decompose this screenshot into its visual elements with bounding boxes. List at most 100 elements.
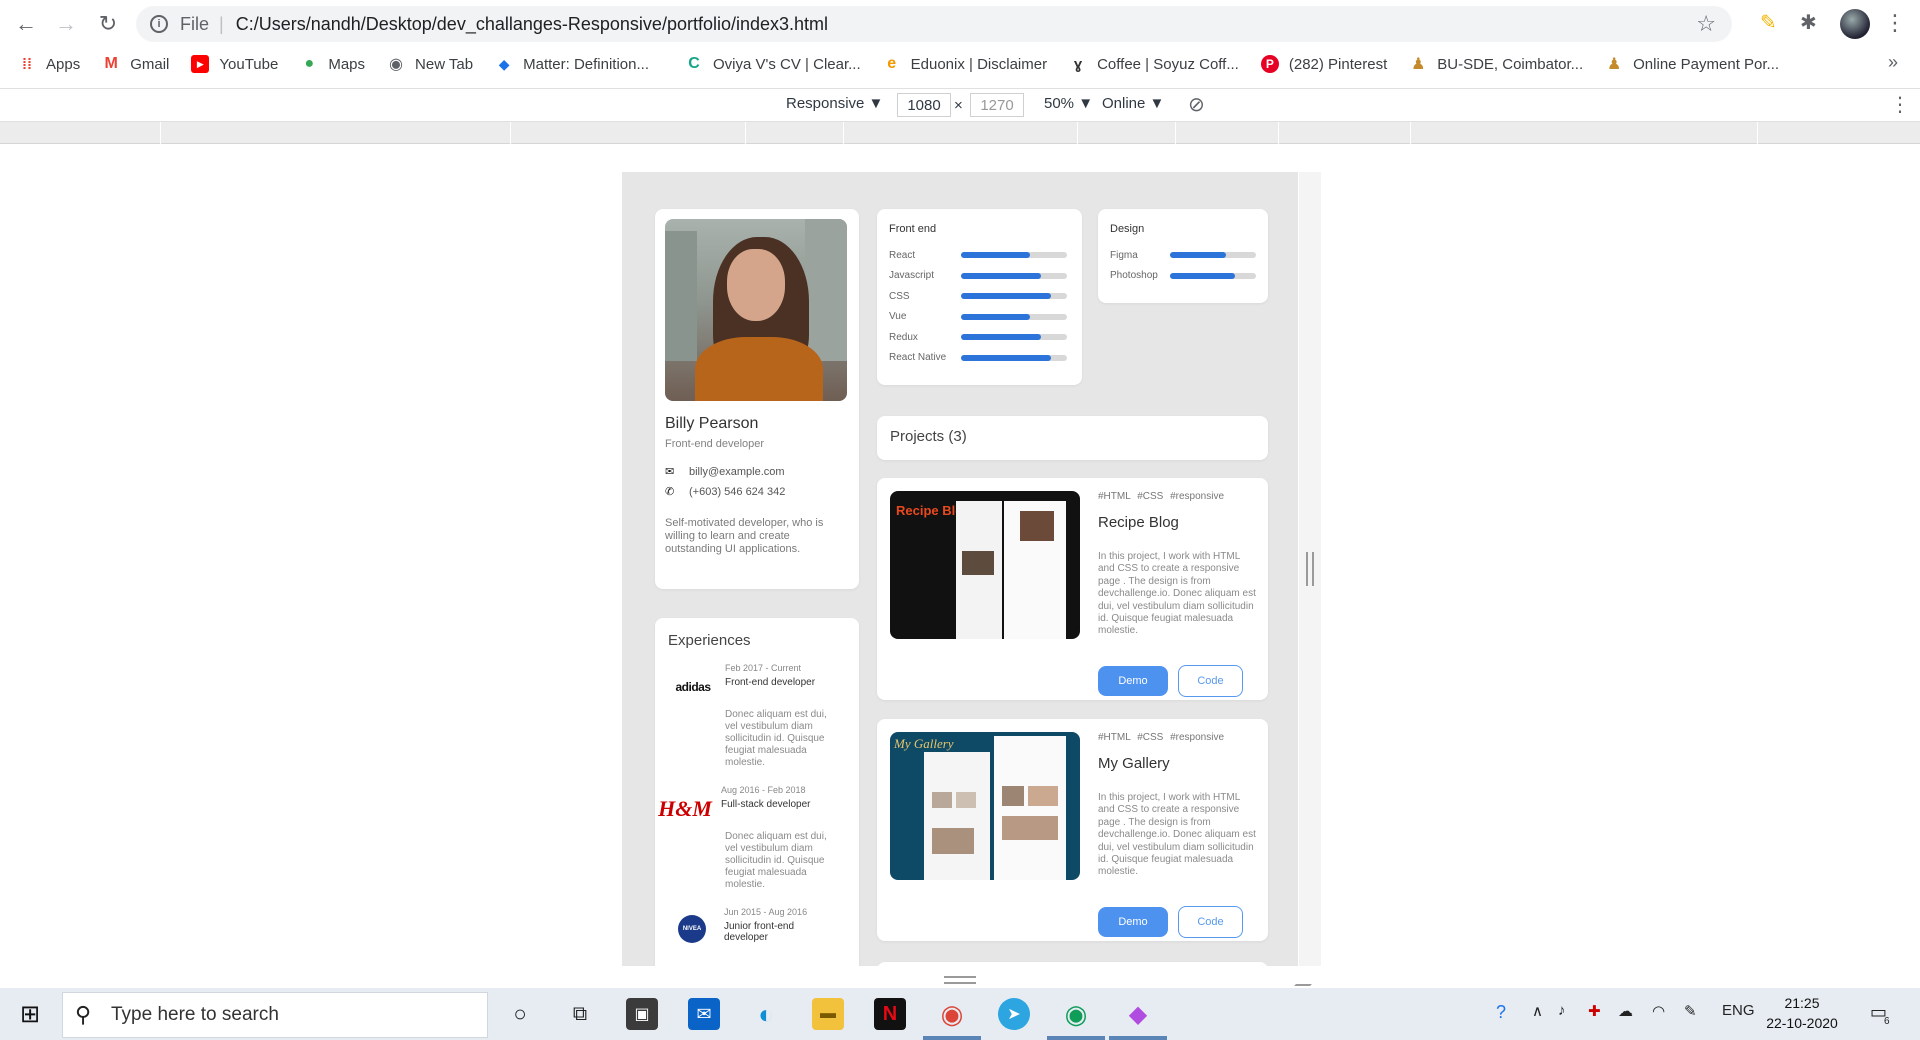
- bookmark-star-icon[interactable]: ☆: [1696, 11, 1716, 37]
- project-title: My Gallery: [1098, 755, 1170, 772]
- store-icon[interactable]: ▣: [626, 998, 658, 1030]
- device-select[interactable]: Responsive ▼: [786, 95, 883, 112]
- extensions-puzzle-icon[interactable]: ✱: [1800, 10, 1817, 35]
- project-thumbnail[interactable]: Recipe Blog: [890, 491, 1080, 639]
- project-thumbnail[interactable]: My Gallery: [890, 732, 1080, 880]
- skill-label: Vue: [889, 311, 907, 323]
- bookmark-youtube[interactable]: ▶ YouTube: [191, 55, 278, 73]
- device-options-icon[interactable]: ⋮: [1890, 92, 1910, 117]
- design-skills-card: Design Figma Photoshop: [1098, 209, 1268, 303]
- show-hidden-icons[interactable]: ∧: [1532, 1002, 1543, 1020]
- demo-button[interactable]: Demo: [1098, 907, 1168, 937]
- pinterest-icon: P: [1260, 55, 1279, 73]
- profile-avatar[interactable]: [1840, 9, 1870, 39]
- address-bar[interactable]: i File | C:/Users/nandh/Desktop/dev_chal…: [136, 6, 1732, 42]
- bookmark-gmail[interactable]: M Gmail: [102, 55, 170, 73]
- extension-pen-icon[interactable]: ✎: [1760, 10, 1777, 35]
- bookmark-label: (282) Pinterest: [1288, 55, 1388, 73]
- wifi-icon[interactable]: ◠: [1652, 1002, 1665, 1020]
- thumb-image: [1002, 816, 1058, 840]
- skill-label: Redux: [889, 331, 918, 343]
- cortana-icon[interactable]: ○: [504, 998, 536, 1030]
- chrome-icon[interactable]: ◉: [936, 998, 968, 1030]
- resize-handle-corner[interactable]: [1294, 970, 1326, 986]
- demo-button[interactable]: Demo: [1098, 666, 1168, 696]
- bookmark-bu-sde[interactable]: ♟ BU-SDE, Coimbator...: [1409, 55, 1583, 74]
- language-indicator[interactable]: ENG: [1722, 1002, 1755, 1019]
- phone-line[interactable]: ✆ (+603) 546 624 342: [665, 485, 786, 499]
- throttling-select[interactable]: Online ▼: [1102, 95, 1164, 112]
- bookmark-coffee[interactable]: ɣ Coffee | Soyuz Coff...: [1069, 55, 1239, 73]
- zoom-select[interactable]: 50% ▼: [1044, 95, 1093, 112]
- active-app-indicator: [1109, 1036, 1167, 1040]
- back-icon[interactable]: ←: [6, 4, 46, 44]
- mail-app-icon[interactable]: ✉: [688, 998, 720, 1030]
- skill-label: Javascript: [889, 270, 935, 282]
- chrome-icon[interactable]: ◉: [1060, 998, 1092, 1030]
- profile-about: Self-motivated developer, who is willing…: [665, 517, 824, 555]
- pen-icon[interactable]: ✎: [1684, 1002, 1697, 1020]
- skill-row: React: [889, 245, 1070, 266]
- bookmark-matter[interactable]: ◆ Matter: Definition...: [495, 55, 649, 73]
- clock[interactable]: 21:25 22-10-2020: [1762, 993, 1842, 1033]
- onedrive-icon[interactable]: ☁: [1618, 1002, 1633, 1020]
- thumb-image: [932, 792, 952, 808]
- gift-icon[interactable]: ✚: [1588, 1002, 1601, 1020]
- telegram-icon[interactable]: ➤: [998, 998, 1030, 1030]
- netflix-icon[interactable]: N: [874, 998, 906, 1030]
- nivea-logo-text: NIVEA: [682, 926, 702, 932]
- code-button[interactable]: Code: [1178, 665, 1243, 697]
- experience-title: Full-stack developer: [721, 799, 811, 810]
- thumb-image: [932, 828, 974, 854]
- info-icon[interactable]: i: [150, 15, 168, 33]
- profile-phone: (+603) 546 624 342: [689, 485, 786, 498]
- frontend-title: Front end: [889, 223, 937, 235]
- menu-icon[interactable]: ⋮: [1884, 10, 1906, 36]
- forward-icon[interactable]: →: [46, 4, 86, 44]
- skill-bar: [961, 354, 1067, 361]
- speaker-icon[interactable]: ♪: [1558, 1002, 1566, 1019]
- file-label: File: [180, 13, 210, 34]
- bookmarks-overflow-icon[interactable]: »: [1888, 52, 1898, 73]
- bookmark-eduonix[interactable]: e Eduonix | Disclaimer: [883, 55, 1047, 73]
- url-text[interactable]: C:/Users/nandh/Desktop/dev_challanges-Re…: [236, 14, 828, 35]
- experience-date: Jun 2015 - Aug 2016: [724, 907, 808, 917]
- email-line[interactable]: ✉ billy@example.com: [665, 465, 785, 479]
- width-input[interactable]: 1080: [897, 93, 951, 117]
- resize-handle-bottom[interactable]: [944, 976, 976, 984]
- bookmark-maps[interactable]: ● Maps: [300, 55, 365, 73]
- task-view-icon[interactable]: ⧉: [564, 998, 596, 1030]
- windows-start-icon[interactable]: ⊞: [14, 998, 46, 1030]
- bookmark-apps[interactable]: ⁞⁞ Apps: [18, 55, 80, 73]
- thumb-image: [1002, 786, 1024, 806]
- skill-row: CSS: [889, 286, 1070, 307]
- file-explorer-icon[interactable]: ▬: [812, 998, 844, 1030]
- thumb-page: [924, 752, 990, 880]
- project-description: In this project, I work with HTML and CS…: [1098, 551, 1256, 637]
- active-app-indicator: [923, 1036, 981, 1040]
- experience-title: Junior front-end developer: [724, 921, 795, 943]
- skill-row: Photoshop: [1110, 266, 1256, 287]
- building: [805, 219, 847, 361]
- skill-bar: [1170, 252, 1256, 259]
- emulated-viewport: Billy Pearson Front-end developer ✉ bill…: [622, 172, 1298, 966]
- phone-icon: ✆: [665, 486, 675, 498]
- media-query-ruler[interactable]: [0, 122, 1920, 144]
- resize-handle-right[interactable]: [1306, 552, 1314, 586]
- profile-name: Billy Pearson: [665, 415, 759, 432]
- bookmark-payment[interactable]: ♟ Online Payment Por...: [1605, 55, 1779, 74]
- code-button[interactable]: Code: [1178, 906, 1243, 938]
- project-description: In this project, I work with HTML and CS…: [1098, 792, 1256, 878]
- reload-icon[interactable]: ↻: [88, 4, 128, 44]
- bookmark-pinterest[interactable]: P (282) Pinterest: [1260, 55, 1388, 73]
- edge-icon[interactable]: ◐: [750, 998, 782, 1030]
- paint-app-icon[interactable]: ◆: [1122, 998, 1154, 1030]
- bookmark-cv[interactable]: C Oviya V's CV | Clear...: [685, 55, 860, 73]
- experience-description: Donec aliquam est dui, vel vestibulum di…: [725, 709, 827, 768]
- help-icon[interactable]: ?: [1496, 1002, 1506, 1023]
- skill-label: Figma: [1110, 249, 1138, 261]
- taskbar-search[interactable]: ⚲ Type here to search: [62, 992, 488, 1038]
- height-input[interactable]: 1270: [970, 93, 1024, 117]
- rotate-icon[interactable]: ⊘: [1188, 92, 1205, 117]
- bookmark-new-tab[interactable]: ◉ New Tab: [387, 55, 473, 74]
